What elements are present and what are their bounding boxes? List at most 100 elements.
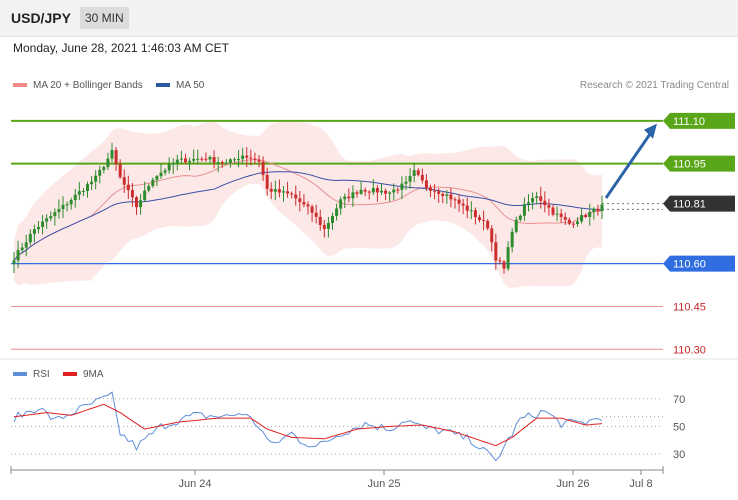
candle-body xyxy=(441,193,445,196)
candle-body xyxy=(41,221,45,227)
candle-body xyxy=(380,190,383,193)
candle-body xyxy=(527,202,530,205)
candle-body xyxy=(228,159,232,163)
candle-body xyxy=(363,189,367,192)
candle-body xyxy=(306,204,310,207)
candle-body xyxy=(314,212,318,217)
candle-body xyxy=(81,190,85,192)
candle-body xyxy=(20,247,24,251)
forecast-arrow-head xyxy=(644,123,657,139)
x-tick-label: Jul 8 xyxy=(629,478,652,490)
candle-body xyxy=(126,184,130,191)
candle-body xyxy=(269,188,273,192)
candle-body xyxy=(367,191,371,193)
candle-body xyxy=(331,215,334,223)
candle-body xyxy=(106,158,110,168)
candle-body xyxy=(567,219,571,224)
candle-body xyxy=(592,208,596,212)
candle-body xyxy=(216,162,220,164)
candle-body xyxy=(86,184,89,191)
candle-body xyxy=(490,228,494,243)
candle-body xyxy=(494,242,498,261)
candle-body xyxy=(514,219,518,232)
candle-body xyxy=(502,261,506,269)
candle-body xyxy=(563,216,567,220)
candle-body xyxy=(510,231,514,248)
candle-body xyxy=(375,188,379,193)
candle-body xyxy=(241,155,245,159)
candle-body xyxy=(53,212,57,217)
candle-body xyxy=(220,162,224,164)
price-chart: 111.10 110.95 110.81 110.60 110.45 110.30 70 50… xyxy=(0,112,738,490)
candle-body xyxy=(147,185,151,191)
candle-body xyxy=(335,208,339,216)
candle-body xyxy=(580,215,584,222)
candle-body xyxy=(12,260,16,264)
candle-body xyxy=(404,181,408,184)
candle-body xyxy=(282,191,285,193)
price-label-support: 110.60 xyxy=(673,259,706,271)
candle-body xyxy=(110,150,114,159)
candle-body xyxy=(416,170,420,175)
rsi-tick-label: 50 xyxy=(673,421,685,433)
candle-body xyxy=(208,157,212,160)
candle-body xyxy=(155,176,159,180)
candle-body xyxy=(457,199,461,204)
candle-body xyxy=(600,204,604,212)
price-label-resistance: 110.95 xyxy=(673,159,706,171)
candle-body xyxy=(408,175,412,182)
candle-body xyxy=(322,224,326,229)
rsi-9ma-line xyxy=(13,403,603,447)
candle-body xyxy=(445,194,449,196)
candle-body xyxy=(551,207,555,215)
candle-body xyxy=(261,161,265,175)
candle-body xyxy=(388,192,392,194)
candle-body xyxy=(326,222,330,229)
candle-body xyxy=(118,164,122,178)
candle-body xyxy=(449,194,453,200)
candle-body xyxy=(453,199,457,201)
candle-body xyxy=(433,190,437,192)
candle-body xyxy=(245,155,249,158)
candle-body xyxy=(584,215,588,217)
candle-body xyxy=(65,204,69,206)
candle-body xyxy=(143,190,147,201)
candle-body xyxy=(343,196,347,200)
x-tick-label: Jun 26 xyxy=(556,478,589,490)
candle-body xyxy=(588,211,592,217)
candle-body xyxy=(130,190,134,198)
candle-body xyxy=(224,162,228,164)
candle-body xyxy=(298,198,302,202)
candle-body xyxy=(355,192,359,194)
candle-body xyxy=(204,158,208,160)
candle-body xyxy=(531,197,535,203)
candle-body xyxy=(310,206,314,213)
candle-body xyxy=(175,159,179,164)
candle-body xyxy=(339,199,343,209)
candle-body xyxy=(555,213,559,215)
candle-body xyxy=(547,205,551,208)
candle-body xyxy=(114,150,118,165)
candle-body xyxy=(286,191,290,194)
candle-body xyxy=(482,220,486,222)
candle-body xyxy=(135,197,138,208)
candle-body xyxy=(539,196,543,201)
candle-body xyxy=(437,191,441,194)
candle-body xyxy=(265,174,269,189)
candle-body xyxy=(498,260,502,262)
candle-body xyxy=(576,221,579,224)
candle-body xyxy=(359,189,363,194)
candle-body xyxy=(69,200,73,205)
x-tick-label: Jun 25 xyxy=(367,478,400,490)
candle-body xyxy=(571,223,575,225)
candle-body xyxy=(159,172,163,177)
candle-body xyxy=(396,189,400,191)
candle-body xyxy=(192,158,196,161)
candle-body xyxy=(543,200,547,206)
price-label-target: 110.45 xyxy=(673,301,706,313)
candle-body xyxy=(461,203,465,206)
candle-body xyxy=(257,159,261,162)
candle-body xyxy=(290,193,294,195)
candle-body xyxy=(167,164,171,171)
candle-body xyxy=(506,247,510,269)
